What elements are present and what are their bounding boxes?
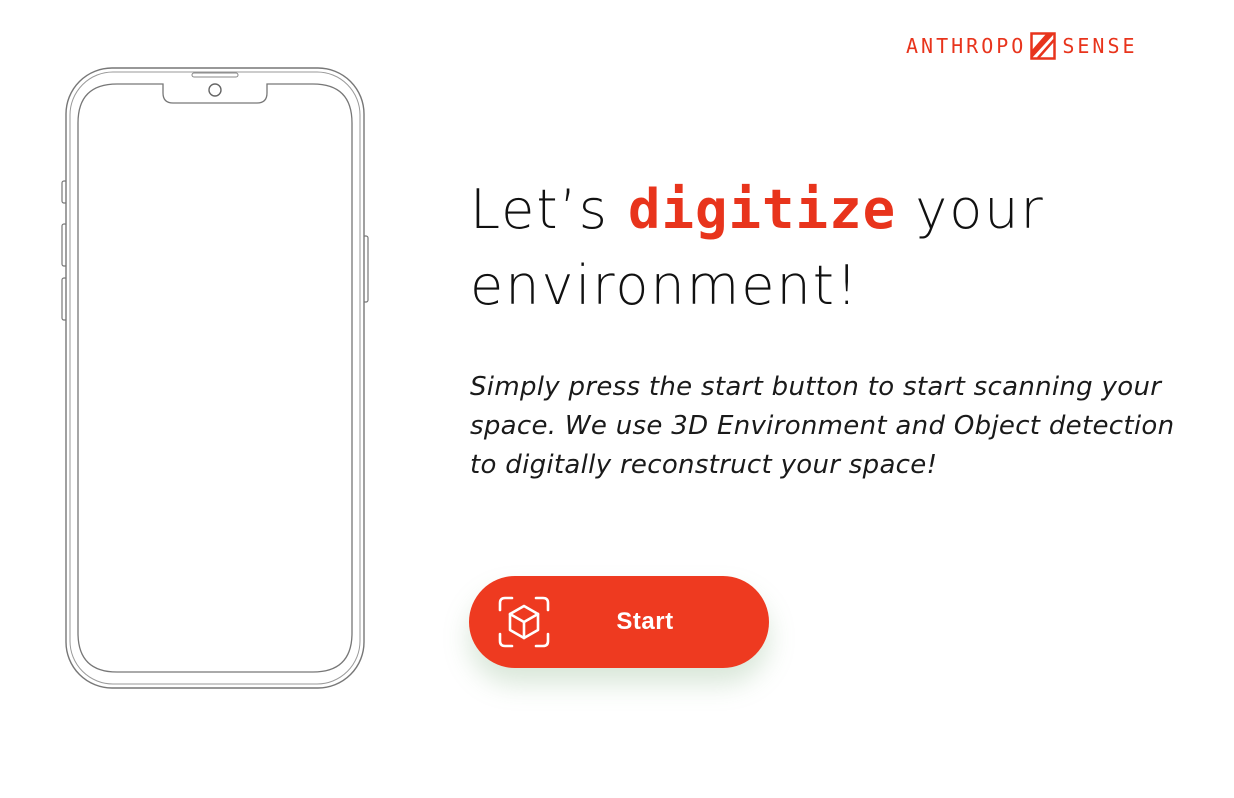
headline-before: Let’s	[470, 178, 628, 241]
logo-slash-icon	[1030, 32, 1057, 60]
phone-outline-illustration	[61, 67, 369, 689]
brand-logo: ANTHROPO SENSE	[906, 30, 1138, 62]
description-text: Simply press the start button to start s…	[470, 372, 1175, 480]
start-button-label: Start	[616, 608, 674, 635]
brand-name-left: ANTHROPO	[906, 34, 1027, 58]
headline-highlight: digitize	[628, 178, 897, 241]
scan-cube-icon	[498, 596, 550, 648]
brand-name-right: SENSE	[1062, 34, 1138, 58]
page-title: Let’s digitize your environment!	[470, 172, 1090, 324]
start-button[interactable]: Start	[469, 576, 769, 668]
